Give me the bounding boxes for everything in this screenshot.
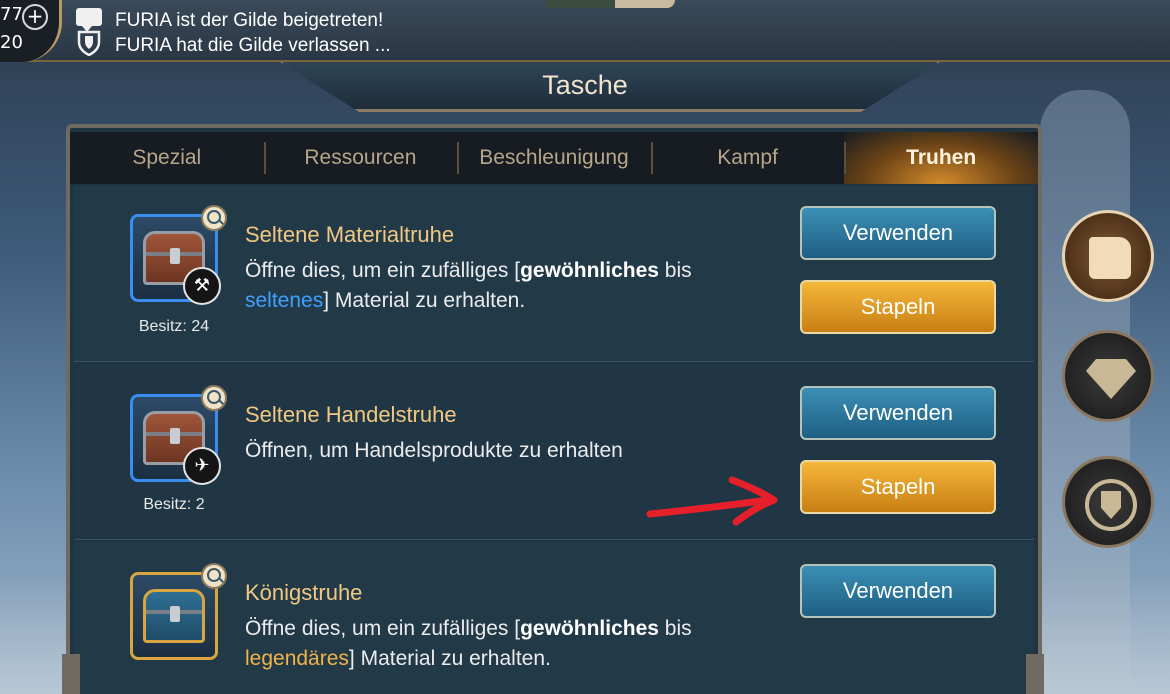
stack-button[interactable]: Stapeln [800,460,996,514]
guild-coin-side-button[interactable] [1062,456,1154,548]
bag-icon [1089,237,1131,279]
tab-kampf[interactable]: Kampf [650,132,845,184]
item-icon-box[interactable] [130,563,227,660]
desc-rarity-common: gewöhnliches [520,617,659,640]
owned-count: Besitz: 24 [138,318,210,335]
use-button[interactable]: Verwenden [800,564,996,618]
guild-coin-icon [1085,479,1137,531]
tab-beschleunigung[interactable]: Beschleunigung [457,132,651,184]
panel-frame-corner [62,654,80,694]
chat-icon [76,8,102,32]
bag-panel: Spezial Ressourcen Beschleunigung Kampf … [66,124,1042,694]
anvil-icon: ⚒ [183,267,221,305]
top-ornament [545,0,675,8]
counter-top-value: 77 [0,4,23,25]
item-description: Öffne dies, um ein zufälliges [gewöhnlic… [245,614,805,674]
tab-ressourcen[interactable]: Ressourcen [263,132,458,184]
gem-side-button[interactable] [1062,330,1154,422]
item-description: Öffnen, um Handelsprodukte zu erhalten [245,439,623,462]
stack-button[interactable]: Stapeln [800,280,996,334]
panel-frame-corner [1026,654,1044,694]
plus-icon[interactable]: + [22,4,48,30]
desc-text: ] Material zu erhalten. [323,289,526,312]
desc-rarity-rare: seltenes [245,289,324,312]
list-item: Königstruhe Öffne dies, um ein zufällige… [74,542,1034,694]
desc-text: bis [658,617,692,640]
royal-chest-icon [143,589,205,643]
list-item: ⚒ Besitz: 24 Seltene Materialtruhe Öffne… [74,186,1034,362]
use-button[interactable]: Verwenden [800,206,996,260]
page-title: Tasche [542,70,628,100]
airship-icon: ✈ [183,447,221,485]
bag-side-button[interactable] [1062,210,1154,302]
magnifier-icon[interactable] [201,205,227,231]
item-title: Seltene Handelstruhe [245,402,457,427]
desc-text: bis [658,259,692,282]
counter-bottom-value: 20 [0,32,23,53]
desc-rarity-legendary: legendäres [245,647,349,670]
tab-truhen[interactable]: Truhen [844,132,1038,184]
red-arrow-annotation [646,476,778,526]
top-bar: 77 20 + FURIA ist der Gilde beigetreten!… [0,0,1170,62]
desc-text: Öffne dies, um ein zufälliges [ [245,259,521,282]
desc-text: ] Material zu erhalten. [348,647,551,670]
guild-shield-icon [77,30,101,57]
gem-icon [1086,359,1136,399]
tab-spezial[interactable]: Spezial [70,132,264,184]
guild-chat-icons[interactable] [76,8,104,60]
chat-message[interactable]: FURIA ist der Gilde beigetreten! [115,10,383,32]
item-description: Öffne dies, um ein zufälliges [gewöhnlic… [245,256,805,316]
resource-counter: 77 20 + [0,0,62,62]
desc-text: Öffne dies, um ein zufälliges [ [245,617,521,640]
tab-bar: Spezial Ressourcen Beschleunigung Kampf … [70,132,1038,184]
use-button[interactable]: Verwenden [800,386,996,440]
chat-message[interactable]: FURIA hat die Gilde verlassen ... [115,35,391,57]
owned-count: Besitz: 2 [143,496,205,513]
magnifier-icon[interactable] [201,563,227,589]
list-item: ✈ Besitz: 2 Seltene Handelstruhe Öffnen,… [74,364,1034,540]
desc-rarity-common: gewöhnliches [520,259,659,282]
item-title: Seltene Materialtruhe [245,222,455,247]
item-title: Königstruhe [245,580,363,605]
item-icon-box[interactable]: ⚒ [130,205,227,305]
magnifier-icon[interactable] [201,385,227,411]
item-icon-box[interactable]: ✈ [130,385,227,485]
